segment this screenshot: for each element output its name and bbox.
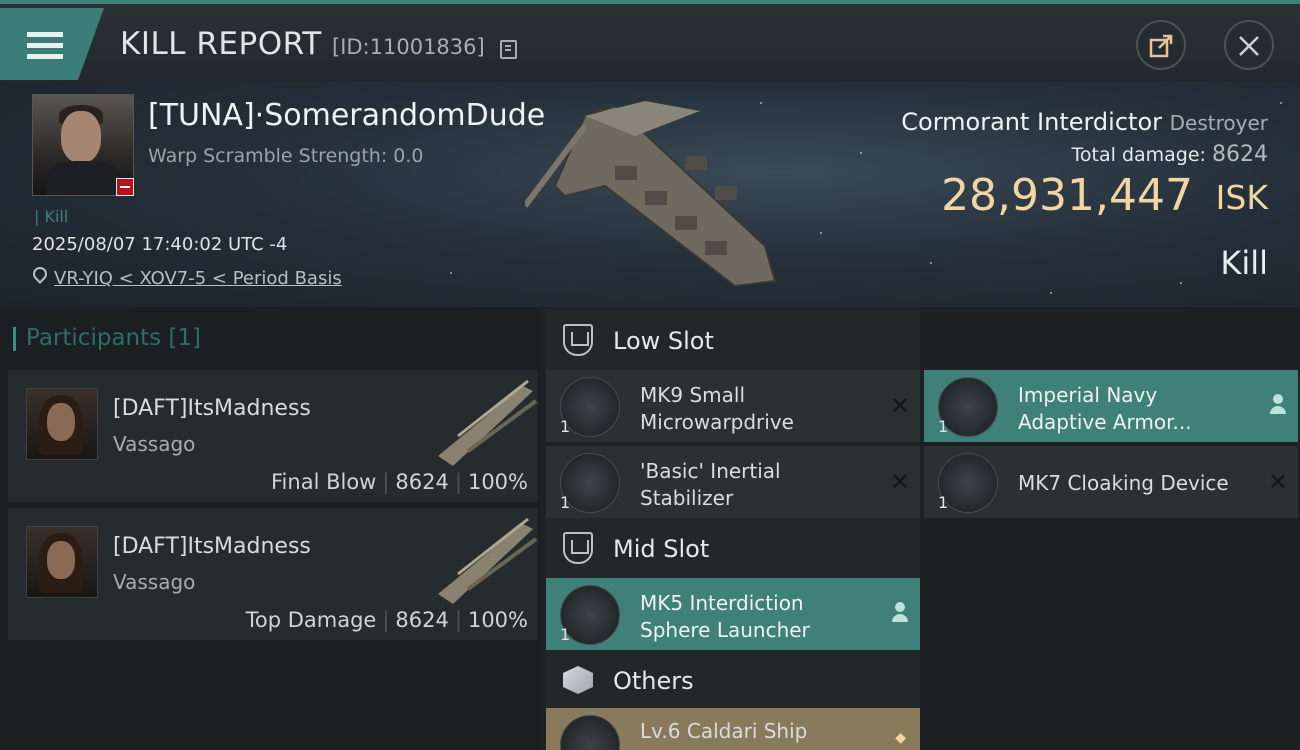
participant-damage: 8624 bbox=[395, 608, 449, 632]
item-name: MK7 Cloaking Device bbox=[1018, 471, 1229, 495]
fitting-item[interactable]: 1 MK5 Interdiction Sphere Launcher bbox=[546, 578, 920, 650]
participant-portrait bbox=[26, 388, 98, 460]
kill-datetime: 2025/08/07 17:40:02 UTC -4 bbox=[32, 234, 288, 255]
menu-button[interactable] bbox=[0, 8, 104, 80]
page-title: KILL REPORT bbox=[120, 26, 322, 62]
low-slot-label: Low Slot bbox=[613, 327, 714, 355]
fitting-item[interactable]: 1 Imperial Navy Adaptive Armor... bbox=[924, 370, 1298, 442]
low-slot-icon bbox=[563, 324, 593, 356]
participant-role: Final Blow bbox=[271, 470, 377, 494]
item-name: Imperial Navy Adaptive Armor... bbox=[1018, 383, 1192, 434]
fitting-item[interactable]: 1 MK7 Cloaking Device ✕ bbox=[924, 446, 1298, 518]
participant-stats: Top Damage | 8624 | 100% bbox=[245, 608, 528, 632]
mid-slot-header: Mid Slot bbox=[545, 518, 920, 580]
close-button[interactable] bbox=[1224, 20, 1274, 70]
victim-name[interactable]: [TUNA]·SomerandomDude bbox=[148, 98, 545, 133]
participant-percent: 100% bbox=[467, 470, 528, 494]
destroyed-x-icon: ✕ bbox=[889, 392, 910, 420]
victim-ship: Cormorant Interdictor Destroyer bbox=[901, 108, 1268, 136]
share-button[interactable] bbox=[1136, 20, 1186, 70]
item-quantity: 1 bbox=[560, 493, 571, 512]
destroyed-x-icon: ✕ bbox=[1267, 468, 1288, 496]
top-bar: KILL REPORT [ID:11001836] bbox=[0, 0, 1300, 86]
participant-stats: Final Blow | 8624 | 100% bbox=[271, 470, 528, 494]
low-slot-header: Low Slot bbox=[545, 310, 920, 372]
item-name: 'Basic' Inertial Stabilizer bbox=[640, 459, 781, 510]
mid-slot-icon bbox=[563, 532, 593, 564]
close-icon bbox=[1239, 36, 1259, 56]
participant-name: [DAFT]ItsMadness bbox=[113, 534, 311, 559]
ship-class: Destroyer bbox=[1169, 111, 1268, 135]
item-name: Lv.6 Caldari Ship bbox=[640, 719, 808, 743]
participants-title: Participants [1] bbox=[13, 325, 201, 351]
location-link[interactable]: VR-YIQ < XOV7-5 < Period Basis bbox=[54, 268, 342, 289]
participant-role: Top Damage bbox=[245, 608, 377, 632]
item-name: MK5 Interdiction Sphere Launcher bbox=[640, 591, 810, 642]
warp-scramble-strength: Warp Scramble Strength: 0.0 bbox=[148, 145, 424, 167]
total-damage: Total damage: 8624 bbox=[1072, 142, 1268, 167]
participant-ship-image bbox=[438, 517, 538, 604]
participant-row[interactable]: [DAFT]ItsMadness Vassago Top Damage | 8624… bbox=[8, 508, 538, 640]
fitting-item[interactable]: 1 'Basic' Inertial Stabilizer ✕ bbox=[546, 446, 920, 518]
ship-name: Cormorant Interdictor bbox=[901, 108, 1162, 136]
others-label: Others bbox=[613, 667, 694, 695]
total-damage-label: Total damage: bbox=[1071, 144, 1206, 166]
participant-ship: Vassago bbox=[113, 570, 196, 594]
item-quantity: 1 bbox=[938, 493, 949, 512]
item-quantity: 1 bbox=[560, 417, 571, 436]
box-icon bbox=[563, 666, 593, 694]
fitting-item[interactable]: 1 MK9 Small Microwarpdrive ✕ bbox=[546, 370, 920, 442]
destroyed-x-icon: ✕ bbox=[889, 468, 910, 496]
participant-percent: 100% bbox=[467, 608, 528, 632]
dropped-person-icon bbox=[892, 602, 908, 624]
mid-slot-label: Mid Slot bbox=[613, 535, 710, 563]
copy-icon[interactable] bbox=[500, 40, 517, 59]
victim-ship-image bbox=[525, 101, 777, 288]
item-quantity: 1 bbox=[560, 625, 571, 644]
dropped-person-icon bbox=[1270, 394, 1286, 416]
victim-status-badge bbox=[116, 178, 134, 196]
isk-value: 28,931,447 bbox=[941, 170, 1193, 221]
share-export-icon bbox=[1149, 34, 1173, 58]
others-header: Others bbox=[545, 650, 920, 712]
report-id: [ID:11001836] bbox=[332, 35, 485, 59]
participant-name: [DAFT]ItsMadness bbox=[113, 396, 311, 421]
item-name: MK9 Small Microwarpdrive bbox=[640, 383, 794, 434]
participant-ship-image bbox=[438, 379, 538, 466]
total-damage-value: 8624 bbox=[1212, 142, 1268, 167]
participant-portrait bbox=[26, 526, 98, 598]
participant-damage: 8624 bbox=[395, 470, 449, 494]
kill-tag: | Kill bbox=[34, 207, 69, 226]
result-label: Kill bbox=[1220, 244, 1268, 282]
participant-ship: Vassago bbox=[113, 432, 196, 456]
ship-skill-icon bbox=[560, 715, 620, 750]
fitting-item[interactable]: Lv.6 Caldari Ship ◆ bbox=[546, 708, 920, 750]
participant-row[interactable]: [DAFT]ItsMadness Vassago Final Blow | 8624… bbox=[8, 370, 538, 502]
isk-unit: ISK bbox=[1215, 178, 1268, 217]
special-item-icon: ◆ bbox=[895, 730, 906, 746]
item-quantity: 1 bbox=[938, 417, 949, 436]
